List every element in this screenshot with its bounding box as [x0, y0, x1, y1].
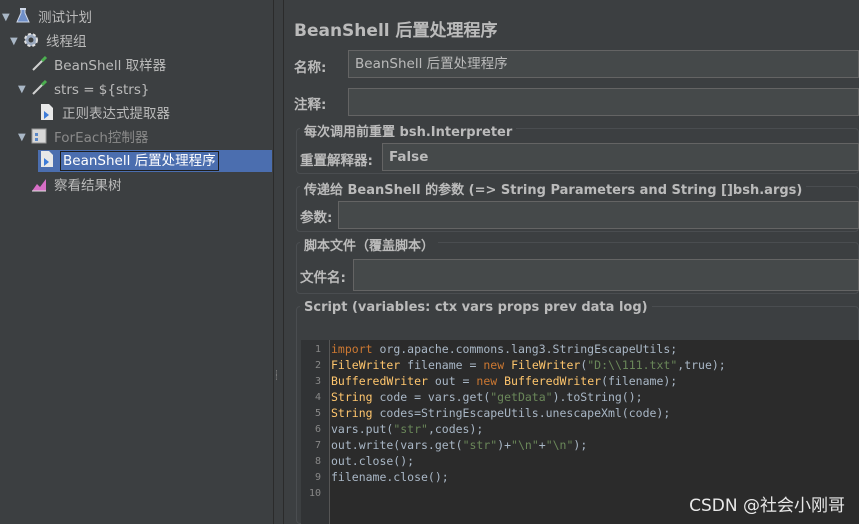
watermark: CSDN @社会小刚哥: [689, 496, 845, 516]
reset-interpreter-group-title: 每次调用前重置 bsh.Interpreter: [300, 121, 517, 140]
code-line: FileWriter filename = new FileWriter("D:…: [331, 358, 726, 372]
code-line: vars.put("str",codes);: [331, 422, 484, 436]
flask-icon: [16, 8, 30, 23]
line-number: 9: [314, 472, 321, 483]
beanshell-postprocessor-panel: BeanShell 后置处理程序 名称: BeanShell 后置处理程序 注释…: [284, 0, 859, 524]
line-number: 8: [314, 456, 321, 467]
script-file-group-title: 脚本文件（覆盖脚本）: [300, 235, 439, 254]
line-number: 1: [314, 344, 321, 355]
postprocessor-icon: [41, 151, 53, 167]
line-number-gutter: 1 2 3 4 5 6 7 8 9 10: [301, 340, 330, 524]
line-number: 6: [314, 424, 321, 435]
expand-arrow-icon[interactable]: ▼: [18, 127, 30, 149]
name-label: 名称:: [294, 60, 327, 76]
parameters-field[interactable]: [338, 201, 859, 229]
tree-node-regex-extractor[interactable]: 正则表达式提取器: [38, 103, 172, 125]
tree-node-label: 察看结果树: [54, 178, 122, 194]
comment-field[interactable]: [348, 88, 859, 116]
code-line: import org.apache.commons.lang3.StringEs…: [331, 342, 678, 356]
tree-node-label: 正则表达式提取器: [62, 106, 170, 122]
code-line: out.close();: [331, 454, 415, 468]
gear-icon: [24, 33, 38, 47]
comment-label: 注释:: [294, 97, 327, 113]
code-line: out.write(vars.get("str")+"\n"+"\n");: [331, 438, 588, 452]
tree-node-label: BeanShell 后置处理程序: [60, 151, 219, 171]
controller-icon: [31, 128, 47, 144]
tree-node-label: strs = ${strs}: [54, 82, 150, 98]
tree-node-beanshell-sampler[interactable]: BeanShell 取样器: [30, 55, 168, 77]
tree-node-test-plan[interactable]: ▼ 测试计划: [2, 7, 94, 29]
script-group-title: Script (variables: ctx vars props prev d…: [300, 300, 652, 315]
code-line: String codes=StringEscapeUtils.unescapeX…: [331, 406, 671, 420]
reset-interpreter-label: 重置解释器:: [300, 153, 373, 169]
pipette-icon: [32, 79, 48, 95]
tree-node-beanshell-postprocessor[interactable]: BeanShell 后置处理程序: [38, 150, 272, 172]
line-number: 4: [314, 392, 321, 403]
code-line: BufferedWriter out = new BufferedWriter(…: [331, 374, 678, 388]
chart-icon: [32, 179, 46, 192]
line-number: 10: [308, 488, 321, 499]
tree-node-label: 测试计划: [38, 10, 92, 26]
drag-handle-icon[interactable]: ⁞ ⁞: [275, 370, 281, 384]
tree-node-label: BeanShell 取样器: [54, 58, 167, 74]
expand-arrow-icon[interactable]: ▼: [2, 7, 14, 29]
line-number: 3: [314, 376, 321, 387]
filename-label: 文件名:: [300, 270, 346, 286]
expand-arrow-icon[interactable]: ▼: [18, 79, 30, 101]
test-plan-tree: ▼ 测试计划 ▼ 线程组 BeanShell 取样器 ▼ strs = ${strs}…: [0, 0, 273, 524]
pipette-icon: [32, 55, 48, 71]
line-number: 5: [314, 408, 321, 419]
filename-field[interactable]: [353, 259, 859, 291]
code-line: String code = vars.get("getData").toStri…: [331, 390, 643, 404]
tree-node-thread-group[interactable]: ▼ 线程组: [10, 31, 89, 53]
code-line: filename.close();: [331, 470, 449, 484]
split-pane-divider[interactable]: [273, 0, 284, 524]
tree-node-label: ForEach控制器: [54, 130, 149, 146]
extractor-icon: [41, 104, 53, 120]
tree-node-strs-sampler[interactable]: ▼ strs = ${strs}: [18, 79, 151, 101]
tree-node-view-results-tree[interactable]: 察看结果树: [30, 175, 124, 197]
page-title: BeanShell 后置处理程序: [294, 21, 498, 41]
tree-node-foreach-controller[interactable]: ▼ ForEach控制器: [18, 127, 150, 149]
parameters-label: 参数:: [300, 210, 333, 226]
expand-arrow-icon[interactable]: ▼: [10, 31, 22, 53]
line-number: 7: [314, 440, 321, 451]
line-number: 2: [314, 360, 321, 371]
tree-node-label: 线程组: [46, 34, 87, 50]
reset-interpreter-field[interactable]: False: [382, 143, 859, 171]
parameters-group-title: 传递给 BeanShell 的参数 (=> String Parameters …: [300, 179, 807, 198]
name-field[interactable]: BeanShell 后置处理程序: [348, 50, 859, 78]
